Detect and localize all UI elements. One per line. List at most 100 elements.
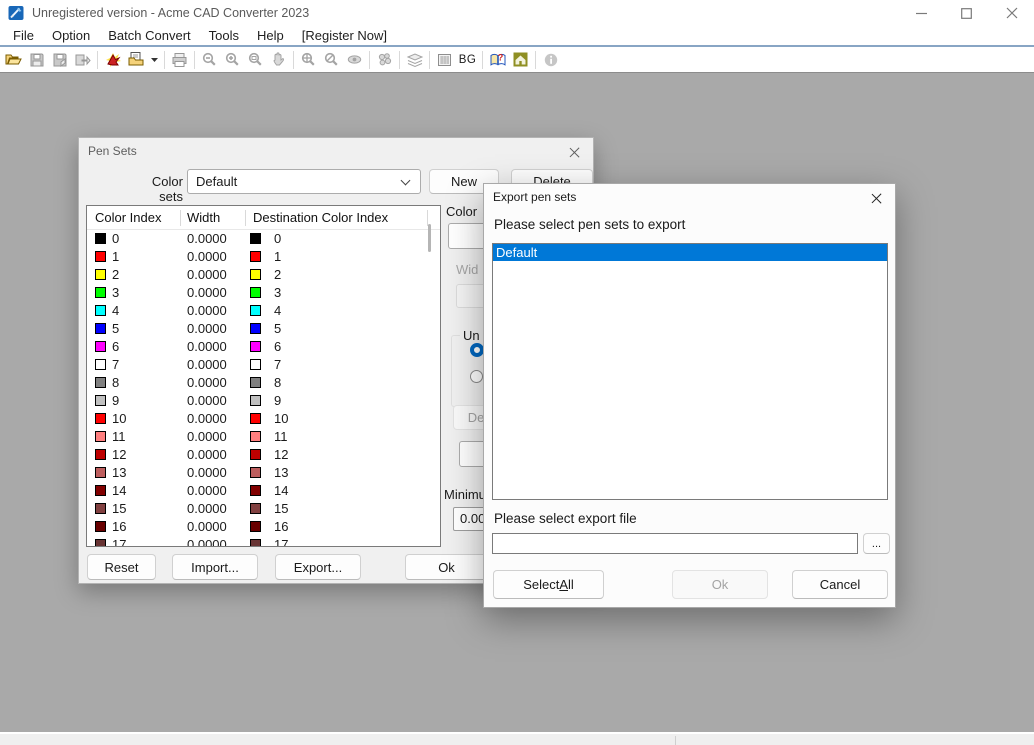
table-row[interactable]: 70.00007 bbox=[87, 356, 440, 374]
toolbar-separator bbox=[369, 51, 370, 69]
color-swatch bbox=[95, 467, 106, 478]
table-row[interactable]: 140.000014 bbox=[87, 482, 440, 500]
color-sets-combobox[interactable]: Default bbox=[187, 169, 421, 194]
browse-button[interactable]: ... bbox=[863, 533, 890, 554]
pen-sets-close-icon[interactable] bbox=[563, 143, 585, 161]
destination-index-cell: 6 bbox=[274, 338, 281, 356]
table-row[interactable]: 90.00009 bbox=[87, 392, 440, 410]
color-index-cell: 12 bbox=[112, 446, 126, 464]
minimum-width-label: Minimu bbox=[444, 487, 486, 502]
color-swatch bbox=[95, 395, 106, 406]
menu-item-file[interactable]: File bbox=[4, 26, 43, 45]
color-index-cell: 9 bbox=[112, 392, 119, 410]
open-file-icon[interactable] bbox=[2, 49, 25, 71]
width-cell: 0.0000 bbox=[187, 284, 227, 302]
help-icon[interactable]: ? bbox=[486, 49, 509, 71]
table-row[interactable]: 40.00004 bbox=[87, 302, 440, 320]
color-index-cell: 2 bbox=[112, 266, 119, 284]
convert-dropdown-arrow[interactable] bbox=[147, 49, 161, 71]
table-row[interactable]: 00.00000 bbox=[87, 230, 440, 248]
width-cell: 0.0000 bbox=[187, 392, 227, 410]
destination-index-cell: 8 bbox=[274, 374, 281, 392]
menu-item-tools[interactable]: Tools bbox=[200, 26, 248, 45]
pen-set-list-item[interactable]: Default bbox=[493, 244, 887, 261]
ok-button[interactable]: Ok bbox=[405, 554, 488, 580]
destination-color-swatch bbox=[250, 449, 261, 460]
zoom-window-icon bbox=[244, 49, 267, 71]
pdf-convert-icon[interactable] bbox=[101, 49, 124, 71]
table-row[interactable]: 170.000017 bbox=[87, 536, 440, 546]
destination-color-swatch bbox=[250, 413, 261, 424]
color-swatch bbox=[95, 287, 106, 298]
chevron-down-icon bbox=[401, 176, 411, 186]
pen-color-swatch-button[interactable] bbox=[448, 223, 488, 249]
destination-index-cell: 11 bbox=[274, 428, 288, 446]
table-row[interactable]: 120.000012 bbox=[87, 446, 440, 464]
unit-radio-unselected[interactable] bbox=[470, 370, 483, 383]
table-row[interactable]: 20.00002 bbox=[87, 266, 440, 284]
toolbar-separator bbox=[293, 51, 294, 69]
table-row[interactable]: 110.000011 bbox=[87, 428, 440, 446]
table-row[interactable]: 130.000013 bbox=[87, 464, 440, 482]
cancel-button[interactable]: Cancel bbox=[792, 570, 888, 599]
close-button[interactable] bbox=[989, 0, 1034, 26]
unit-radio-selected[interactable] bbox=[470, 343, 484, 357]
export-dialog-titlebar: Export pen sets bbox=[484, 184, 895, 210]
menu-item-batch-convert[interactable]: Batch Convert bbox=[99, 26, 199, 45]
menu-item-option[interactable]: Option bbox=[43, 26, 99, 45]
save-icon bbox=[25, 49, 48, 71]
reset-button[interactable]: Reset bbox=[87, 554, 156, 580]
table-scrollbar-thumb[interactable] bbox=[428, 224, 431, 252]
select-all-label-suffix: ll bbox=[568, 577, 574, 592]
table-row[interactable]: 150.000015 bbox=[87, 500, 440, 518]
export-dialog-close-icon[interactable] bbox=[865, 189, 887, 207]
color-swatch bbox=[95, 485, 106, 496]
toolbar-separator bbox=[164, 51, 165, 69]
table-row[interactable]: 6 0.0000 6 bbox=[87, 338, 440, 356]
background-pattern-icon bbox=[433, 49, 456, 71]
menu-item-help[interactable]: Help bbox=[248, 26, 293, 45]
color-index-cell: 13 bbox=[112, 464, 126, 482]
minimize-button[interactable] bbox=[899, 0, 944, 26]
select-all-button[interactable]: Select All bbox=[493, 570, 604, 599]
table-row[interactable]: 80.00008 bbox=[87, 374, 440, 392]
color-index-cell: 15 bbox=[112, 500, 126, 518]
toolbar-separator bbox=[194, 51, 195, 69]
color-index-cell: 17 bbox=[112, 536, 126, 546]
color-swatch bbox=[95, 539, 106, 546]
table-row[interactable]: 10.00001 bbox=[87, 248, 440, 266]
color-swatch bbox=[95, 341, 106, 352]
width-cell: 0.0000 bbox=[187, 230, 227, 248]
width-cell: 0.0000 bbox=[187, 536, 227, 546]
table-row[interactable]: 30.00003 bbox=[87, 284, 440, 302]
import-button[interactable]: Import... bbox=[172, 554, 258, 580]
pan-icon bbox=[267, 49, 290, 71]
maximize-button[interactable] bbox=[944, 0, 989, 26]
bg-color-label[interactable]: BG bbox=[456, 49, 479, 71]
export-file-input[interactable] bbox=[492, 533, 858, 554]
width-cell: 0.0000 bbox=[187, 482, 227, 500]
color-swatch bbox=[95, 503, 106, 514]
batch-convert-icon[interactable] bbox=[124, 49, 147, 71]
header-separator bbox=[245, 210, 246, 226]
color-index-cell: 6 bbox=[112, 338, 119, 356]
home-icon[interactable] bbox=[509, 49, 532, 71]
table-row[interactable]: 50.00005 bbox=[87, 320, 440, 338]
destination-color-swatch bbox=[250, 431, 261, 442]
select-all-label: Select bbox=[523, 577, 559, 592]
table-row[interactable]: 100.000010 bbox=[87, 410, 440, 428]
color-swatch bbox=[95, 431, 106, 442]
destination-color-swatch bbox=[250, 269, 261, 280]
destination-color-swatch bbox=[250, 233, 261, 244]
destination-index-cell: 3 bbox=[274, 284, 281, 302]
zoom-previous-icon bbox=[320, 49, 343, 71]
color-swatch bbox=[95, 251, 106, 262]
table-row[interactable]: 160.000016 bbox=[87, 518, 440, 536]
toolbar: BG? bbox=[0, 47, 1034, 73]
unit-group-label: Un bbox=[460, 328, 483, 343]
destination-index-cell: 1 bbox=[274, 248, 281, 266]
export-button[interactable]: Export... bbox=[275, 554, 361, 580]
menu-item-register-now[interactable]: [Register Now] bbox=[293, 26, 396, 45]
width-cell: 0.0000 bbox=[187, 338, 227, 356]
color-index-cell: 16 bbox=[112, 518, 126, 536]
